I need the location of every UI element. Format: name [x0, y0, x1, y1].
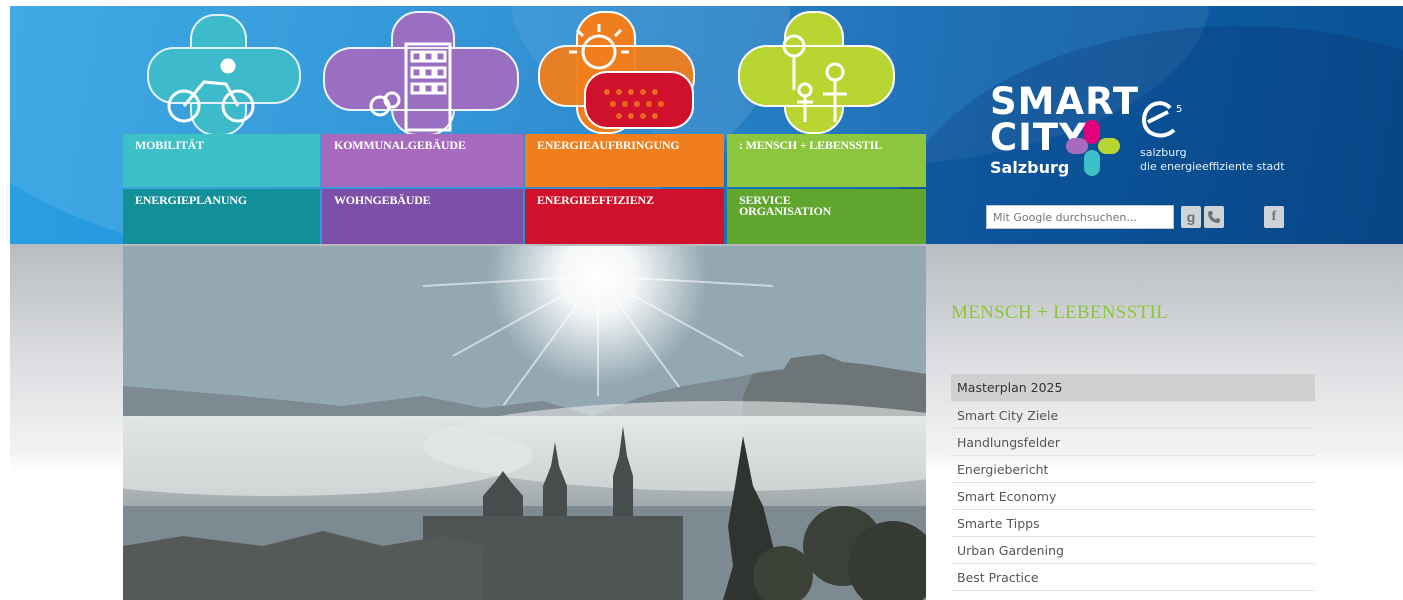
nav-mobilitaet[interactable]: MOBILITÄT: [123, 134, 320, 187]
solar-cross-icon: [538, 11, 695, 134]
sidebar-title: MENSCH + LEBENSSTIL: [951, 302, 1168, 323]
e5-logo-icon: 5: [1141, 101, 1182, 138]
logo-salzburg-text: Salzburg: [990, 158, 1070, 177]
sidebar-menu: Masterplan 2025 Smart City Ziele Handlun…: [951, 374, 1315, 591]
sidebar-item-masterplan-2025[interactable]: Masterplan 2025: [951, 374, 1315, 402]
mobility-cross-icon: [147, 14, 301, 135]
phone-icon[interactable]: [1204, 206, 1224, 228]
search-input[interactable]: [986, 205, 1174, 229]
e5-city-text: salzburg: [1140, 146, 1187, 159]
sidebar-item-urban-gardening[interactable]: Urban Gardening: [951, 537, 1315, 564]
nav-wohngebaeude[interactable]: WOHNGEBÄUDE: [322, 189, 523, 244]
facebook-icon[interactable]: f: [1264, 206, 1284, 228]
people-cross-icon: [738, 11, 895, 134]
page: MOBILITÄT KOMMUNALGEBÄUDE ENERGIEAUFBRIN…: [0, 0, 1403, 600]
nav-energieeffizienz[interactable]: ENERGIEEFFIZIENZ: [525, 189, 724, 244]
logo-cross-icon: [1066, 120, 1120, 176]
nav-mensch-lebensstil[interactable]: : MENSCH + LEBENSSTIL: [727, 134, 926, 187]
sidebar-item-smart-economy[interactable]: Smart Economy: [951, 483, 1315, 510]
salzburg-fog-illustration: [123, 246, 926, 600]
sidebar-item-best-practice[interactable]: Best Practice: [951, 564, 1315, 591]
google-search-icon[interactable]: g: [1181, 206, 1201, 228]
sidebar-item-energiebericht[interactable]: Energiebericht: [951, 456, 1315, 483]
nav-energieplanung[interactable]: ENERGIEPLANUNG: [123, 189, 320, 244]
e5-tagline-text: die energieeffiziente stadt: [1140, 160, 1285, 173]
sidebar-item-smart-city-ziele[interactable]: Smart City Ziele: [951, 402, 1315, 429]
hero-image: [123, 246, 926, 600]
nav-kommunalgebaeude[interactable]: KOMMUNALGEBÄUDE: [322, 134, 523, 187]
svg-text:5: 5: [1176, 104, 1182, 115]
building-cross-icon: [323, 11, 519, 135]
sidebar-item-smarte-tipps[interactable]: Smarte Tipps: [951, 510, 1315, 537]
nav-service-organisation[interactable]: SERVICE ORGANISATION: [727, 189, 926, 244]
nav-energieaufbringung[interactable]: ENERGIEAUFBRINGUNG: [525, 134, 724, 187]
sidebar-item-handlungsfelder[interactable]: Handlungsfelder: [951, 429, 1315, 456]
smart-city-logo[interactable]: SMART CITY Salzburg: [988, 78, 1138, 188]
